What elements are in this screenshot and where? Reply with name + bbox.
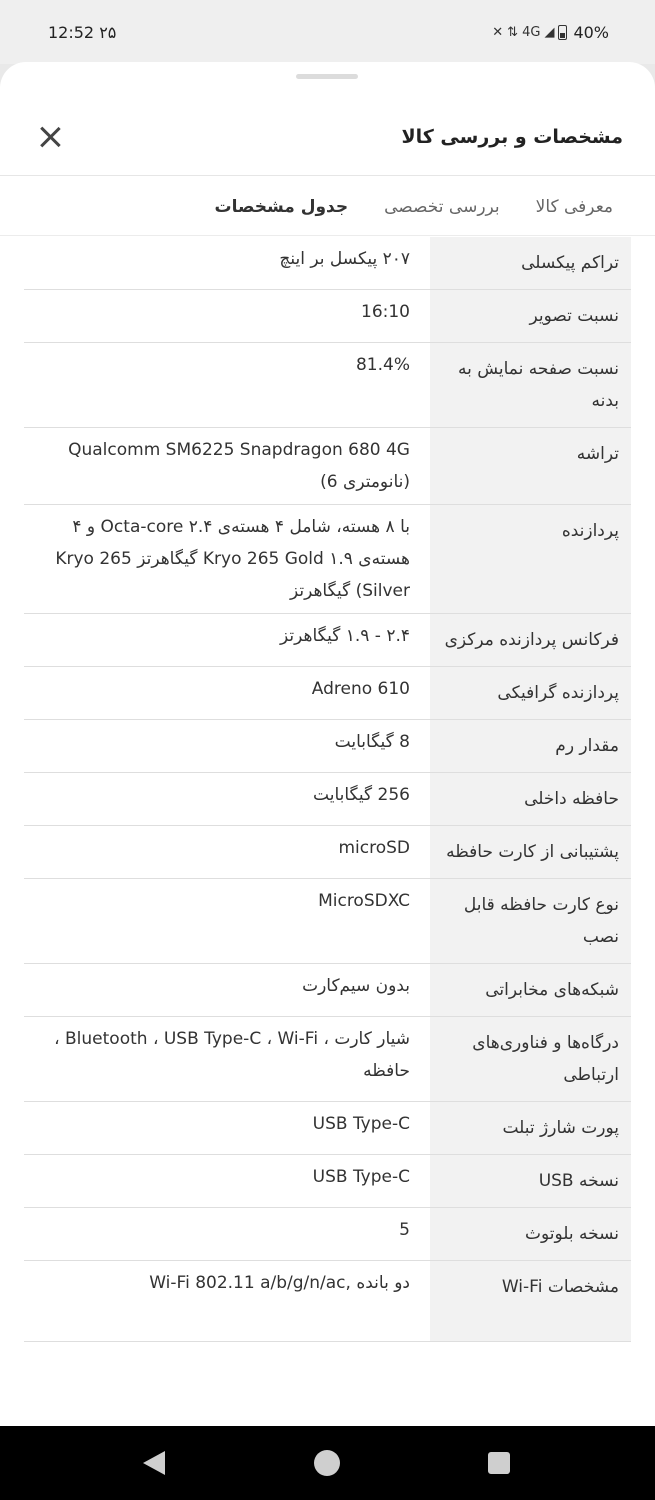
- spec-label: حافظه داخلی: [430, 773, 631, 825]
- table-row: درگاه‌ها و فناوری‌های ارتباطی شیار کارت …: [24, 1017, 631, 1102]
- spec-label: شبکه‌های مخابراتی: [430, 964, 631, 1016]
- spec-value: 16:10: [361, 302, 410, 322]
- tabs-bar: معرفی کالا بررسی تخصصی جدول مشخصات: [0, 178, 655, 236]
- spec-label: تراشه: [430, 428, 631, 504]
- spec-label: پورت شارژ تبلت: [430, 1102, 631, 1154]
- table-row: مقدار رم 8 گیگابایت: [24, 720, 631, 773]
- spec-label: پردازنده گرافیکی: [430, 667, 631, 719]
- tab-spec-table[interactable]: جدول مشخصات: [215, 197, 349, 217]
- spec-label: درگاه‌ها و فناوری‌های ارتباطی: [430, 1017, 631, 1101]
- spec-value: دو بانده ,Wi-Fi 802.11 a/b/g/n/ac: [149, 1273, 410, 1293]
- spec-label: نوع کارت حافظه قابل نصب: [430, 879, 631, 963]
- network-type: 4G: [522, 24, 541, 40]
- tab-product-intro[interactable]: معرفی کالا: [536, 197, 613, 217]
- home-icon[interactable]: [314, 1450, 340, 1476]
- status-right: ✕ ⇅ 4G ◢ 40%: [492, 23, 609, 42]
- status-bar: 12:52 ۲۵ ✕ ⇅ 4G ◢ 40%: [0, 0, 655, 64]
- spec-value: USB Type-C: [312, 1167, 410, 1187]
- table-row: نوع کارت حافظه قابل نصب MicroSDXC: [24, 879, 631, 964]
- spec-label: مشخصات Wi-Fi: [430, 1261, 631, 1341]
- spec-value: بدون سیم‌کارت: [302, 976, 410, 996]
- spec-value: microSD: [338, 838, 410, 858]
- table-row: نسبت تصویر 16:10: [24, 290, 631, 343]
- spec-value: MicroSDXC: [318, 891, 410, 911]
- data-transfer-icon: ⇅: [507, 24, 519, 40]
- spec-label: نسبت تصویر: [430, 290, 631, 342]
- battery-percent: 40%: [573, 22, 609, 42]
- spec-value: ۲۰۷ پیکسل بر اینچ: [279, 249, 410, 269]
- close-icon[interactable]: [36, 123, 64, 151]
- status-icons: ✕ ⇅ 4G ◢: [492, 24, 568, 40]
- spec-label: مقدار رم: [430, 720, 631, 772]
- spec-table: تراکم پیکسلی ۲۰۷ پیکسل بر اینچ نسبت تصوی…: [24, 237, 631, 1342]
- table-row: تراکم پیکسلی ۲۰۷ پیکسل بر اینچ: [24, 237, 631, 290]
- spec-value: USB Type-C: [312, 1114, 410, 1134]
- table-row: پشتیبانی از کارت حافظه microSD: [24, 826, 631, 879]
- spec-value: Qualcomm SM6225 Snapdragon 680 4G (نانوم…: [68, 440, 410, 492]
- sheet-header: مشخصات و بررسی کالا: [0, 98, 655, 176]
- spec-label: نسخه USB: [430, 1155, 631, 1207]
- spec-label: پردازنده: [430, 505, 631, 613]
- spec-value: با ۸ هسته، شامل ۴ هسته‌ی ۲.۴ Octa-core و…: [55, 517, 410, 601]
- spec-value: 256 گیگابایت: [313, 785, 410, 805]
- signal-icon: ◢: [544, 24, 555, 40]
- tab-expert-review[interactable]: بررسی تخصصی: [384, 197, 500, 217]
- system-nav-bar: [0, 1426, 655, 1500]
- status-date-digits: ۲۵: [99, 22, 117, 42]
- table-row: نسخه بلوتوث 5: [24, 1208, 631, 1261]
- table-row: شبکه‌های مخابراتی بدون سیم‌کارت: [24, 964, 631, 1017]
- spec-value: 81.4%: [355, 355, 410, 375]
- sheet-title: مشخصات و بررسی کالا: [401, 125, 623, 148]
- back-icon[interactable]: [143, 1451, 165, 1475]
- table-row: فرکانس پردازنده مرکزی ۲.۴ - ۱.۹ گیگاهرتز: [24, 614, 631, 667]
- spec-value: 5: [399, 1220, 410, 1240]
- spec-label: فرکانس پردازنده مرکزی: [430, 614, 631, 666]
- table-row: نسبت صفحه نمایش به بدنه 81.4%: [24, 343, 631, 428]
- sheet-grabber-handle[interactable]: [296, 74, 358, 79]
- status-left: 12:52 ۲۵: [48, 23, 116, 42]
- recents-icon[interactable]: [488, 1452, 510, 1474]
- mute-icon: ✕: [492, 24, 504, 40]
- spec-value: 8 گیگابایت: [334, 732, 410, 752]
- battery-icon: [558, 24, 568, 40]
- bottom-sheet: مشخصات و بررسی کالا معرفی کالا بررسی تخص…: [0, 62, 655, 1426]
- spec-label: نسبت صفحه نمایش به بدنه: [430, 343, 631, 427]
- table-row: پردازنده گرافیکی Adreno 610: [24, 667, 631, 720]
- table-row: پورت شارژ تبلت USB Type-C: [24, 1102, 631, 1155]
- table-row: مشخصات Wi-Fi دو بانده ,Wi-Fi 802.11 a/b/…: [24, 1261, 631, 1342]
- spec-label: نسخه بلوتوث: [430, 1208, 631, 1260]
- spec-value: Adreno 610: [311, 679, 410, 699]
- table-row: حافظه داخلی 256 گیگابایت: [24, 773, 631, 826]
- spec-label: پشتیبانی از کارت حافظه: [430, 826, 631, 878]
- table-row: نسخه USB USB Type-C: [24, 1155, 631, 1208]
- table-row: پردازنده با ۸ هسته، شامل ۴ هسته‌ی ۲.۴ Oc…: [24, 505, 631, 614]
- status-time: 12:52: [48, 22, 95, 42]
- spec-value: ۲.۴ - ۱.۹ گیگاهرتز: [280, 626, 410, 646]
- table-row: تراشه Qualcomm SM6225 Snapdragon 680 4G …: [24, 428, 631, 505]
- spec-label: تراکم پیکسلی: [430, 237, 631, 289]
- spec-value: شیار کارت ، Bluetooth ، USB Type-C ، Wi-…: [54, 1029, 410, 1081]
